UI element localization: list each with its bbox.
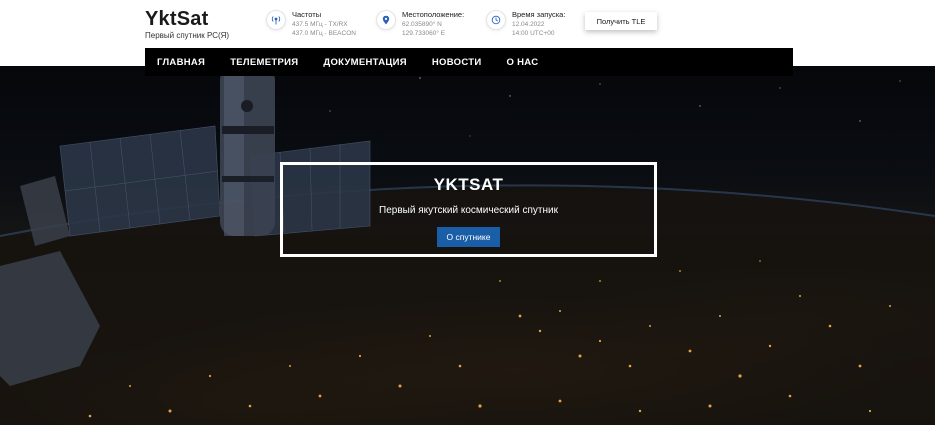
main-nav: ГЛАВНАЯ ТЕЛЕМЕТРИЯ ДОКУМЕНТАЦИЯ НОВОСТИ … bbox=[145, 48, 793, 76]
nav-item-telemetry[interactable]: ТЕЛЕМЕТРИЯ bbox=[230, 57, 298, 68]
hero-card: YKTSAT Первый якутский космический спутн… bbox=[280, 162, 657, 257]
nav-item-news[interactable]: НОВОСТИ bbox=[432, 57, 482, 68]
hero-subtitle: Первый якутский космический спутник bbox=[379, 205, 558, 216]
nav-item-about[interactable]: О НАС bbox=[506, 57, 538, 68]
info-frequencies-line-2: 437.0 МГц - BEACON bbox=[292, 30, 356, 37]
clock-icon bbox=[486, 10, 506, 30]
info-launch-line-2: 14:00 UTC+00 bbox=[512, 30, 555, 37]
info-location-title: Местоположение: bbox=[402, 10, 465, 19]
info-frequencies: Частоты 437.5 МГц - TX/RX 437.0 МГц - BE… bbox=[266, 10, 356, 38]
site-title: YktSat bbox=[145, 8, 209, 30]
info-location-line-2: 129.733060° E bbox=[402, 30, 446, 37]
satellite-dish-icon bbox=[266, 10, 286, 30]
nav-item-home[interactable]: ГЛАВНАЯ bbox=[157, 57, 205, 68]
info-frequencies-line-1: 437.5 МГц - TX/RX bbox=[292, 21, 348, 28]
info-location-line-1: 62.035890° N bbox=[402, 21, 442, 28]
space-station-module bbox=[220, 66, 275, 236]
site-logo[interactable]: YktSat Первый спутник РС(Я) bbox=[145, 8, 229, 40]
info-launch-time: Время запуска: 12.04.2022 14:00 UTC+00 bbox=[486, 10, 565, 38]
info-launch-title: Время запуска: bbox=[512, 10, 566, 19]
get-tle-button[interactable]: Получить TLE bbox=[585, 12, 657, 30]
info-location: Местоположение: 62.035890° N 129.733060°… bbox=[376, 10, 464, 38]
site-subtitle: Первый спутник РС(Я) bbox=[145, 31, 230, 40]
map-pin-icon bbox=[376, 10, 396, 30]
about-satellite-button[interactable]: О спутнике bbox=[436, 227, 501, 247]
nav-item-documentation[interactable]: ДОКУМЕНТАЦИЯ bbox=[323, 57, 406, 68]
info-frequencies-title: Частоты bbox=[292, 10, 322, 19]
info-launch-line-1: 12.04.2022 bbox=[512, 21, 545, 28]
hero-title: YKTSAT bbox=[433, 175, 504, 194]
